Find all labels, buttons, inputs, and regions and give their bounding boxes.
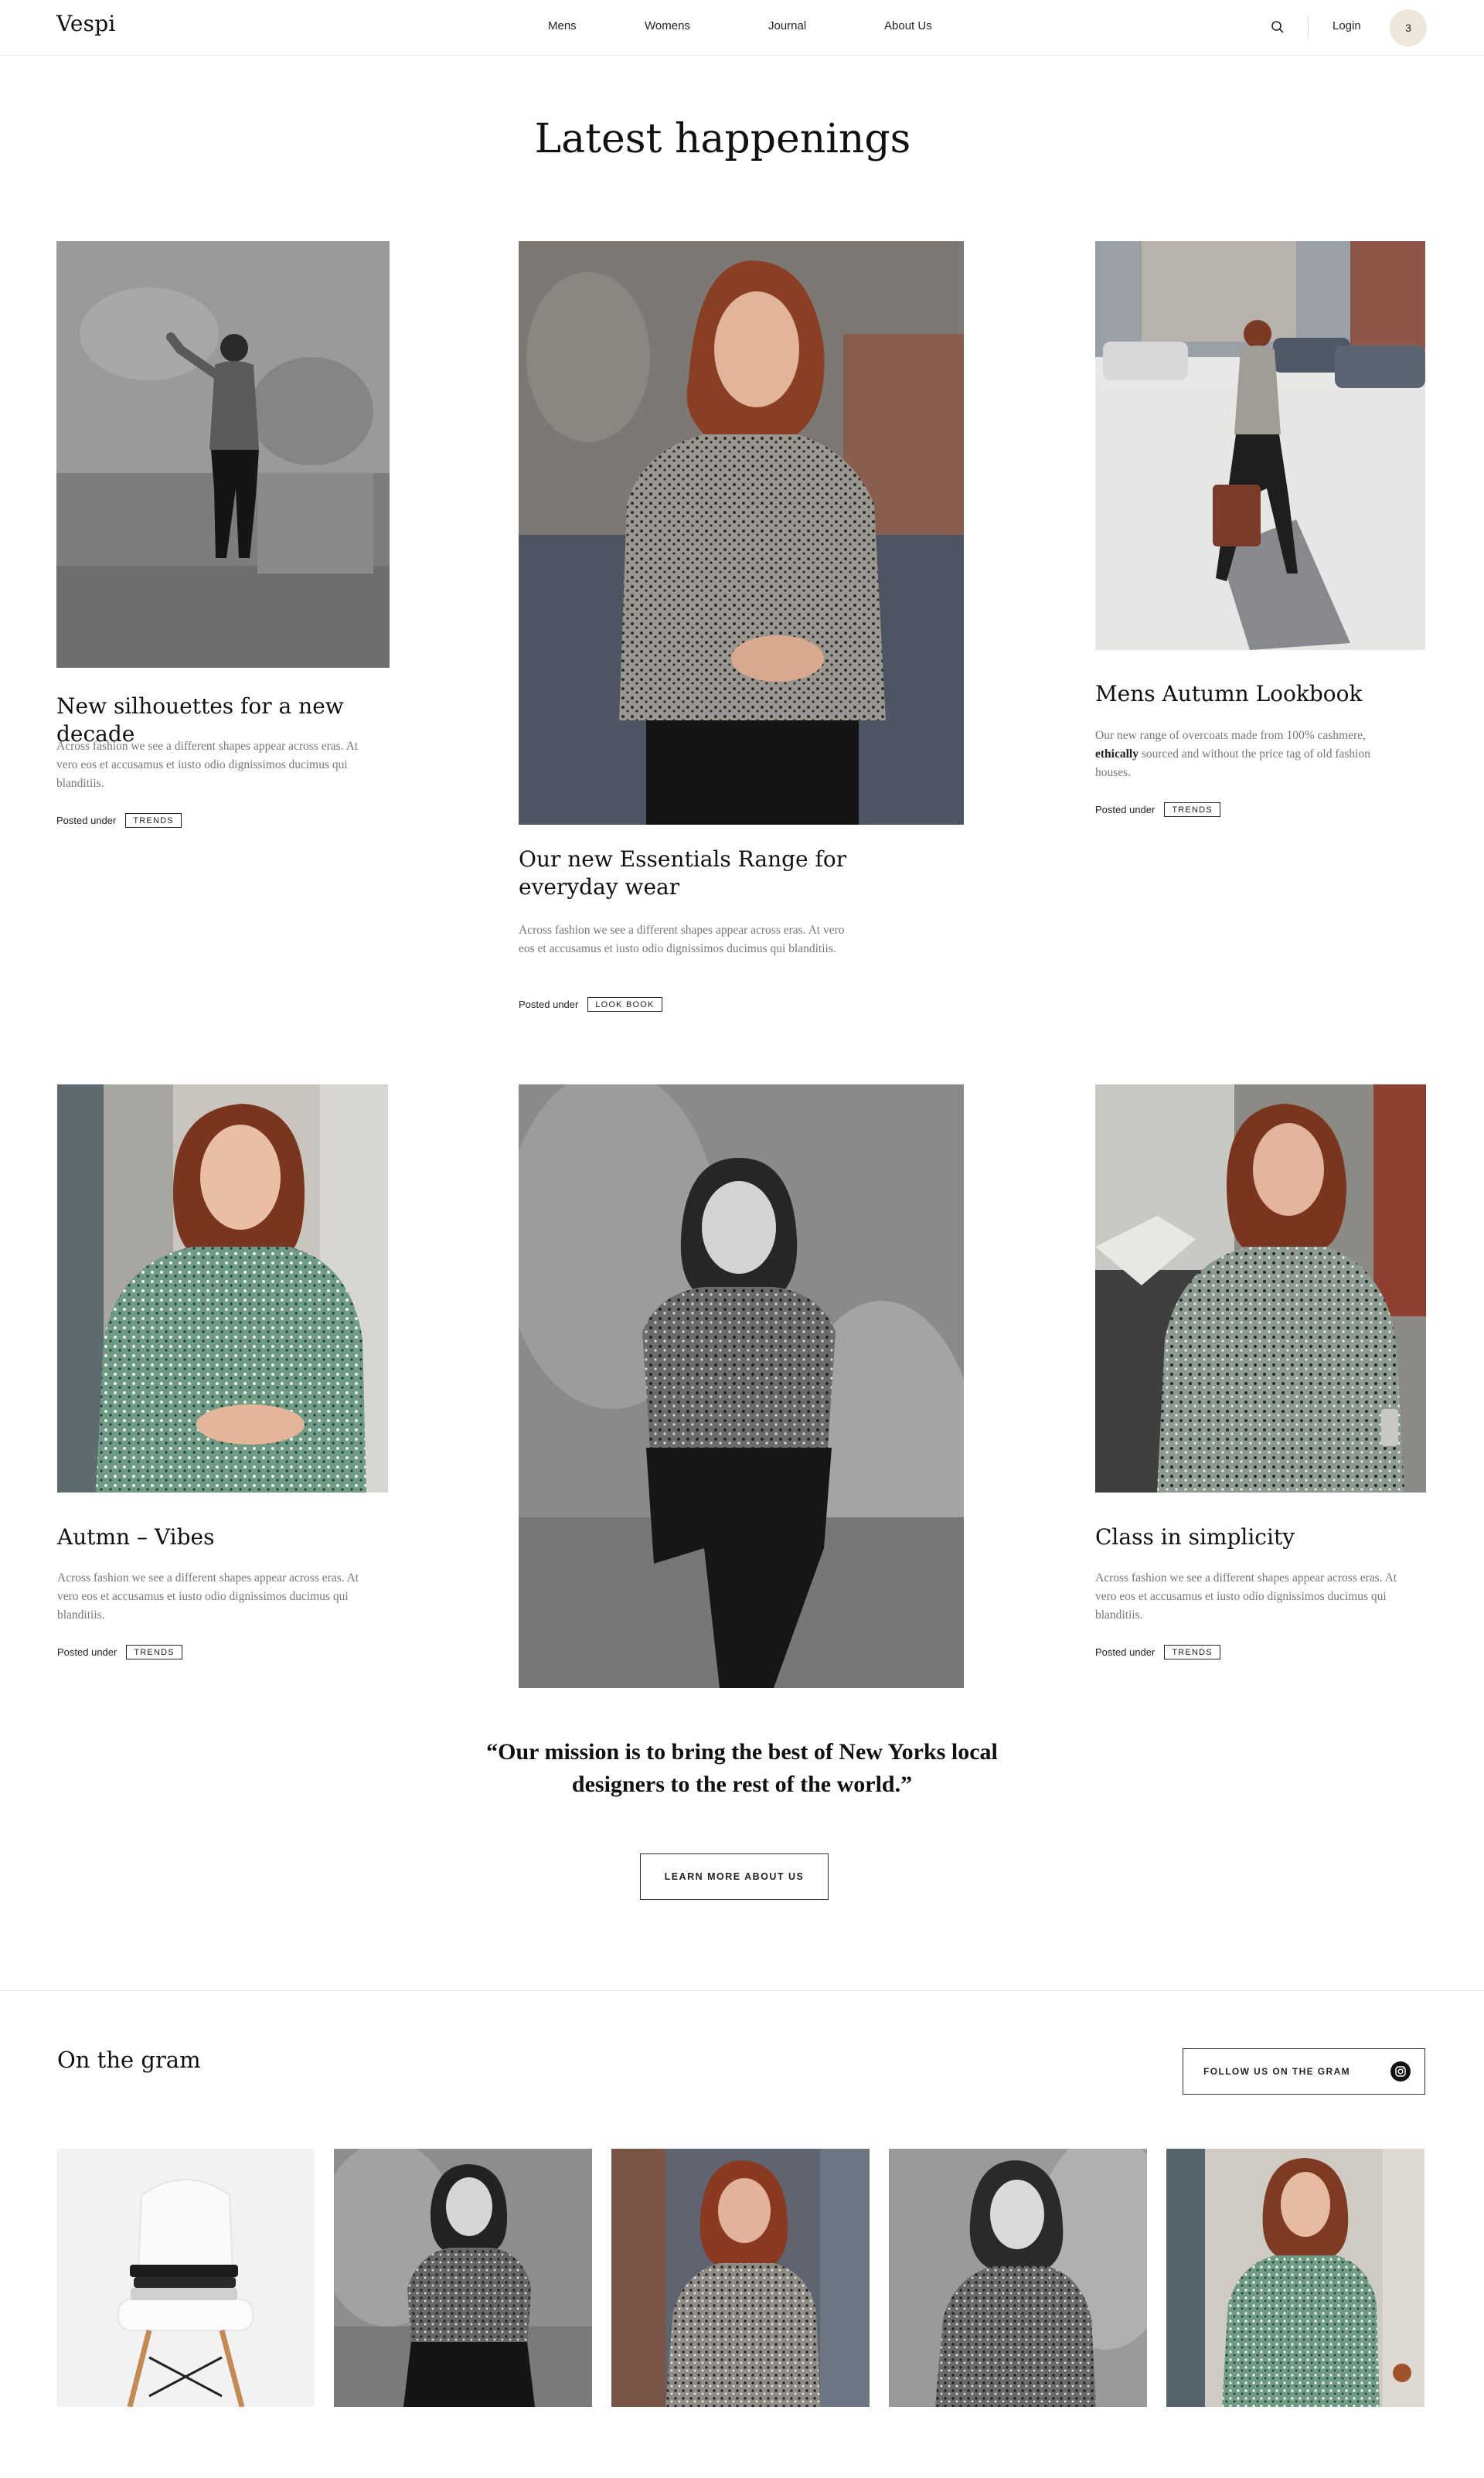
card-image-3[interactable] [1095, 241, 1425, 650]
card-posted-2: Posted under LOOK BOOK [519, 997, 662, 1012]
posted-label: Posted under [1095, 804, 1156, 815]
nav-link-about-us[interactable]: About Us [884, 19, 932, 32]
page-title: Latest happenings [534, 116, 911, 162]
instagram-icon [1390, 2061, 1411, 2081]
search-icon[interactable] [1269, 19, 1286, 36]
card-title-2[interactable]: Our new Essentials Range for everyday we… [519, 846, 905, 901]
card-text-2: Across fashion we see a different shapes… [519, 924, 845, 955]
follow-instagram-button[interactable]: FOLLOW US ON THE GRAM [1183, 2048, 1425, 2095]
tag-link[interactable]: TRENDS [1164, 1645, 1220, 1659]
gram-image-4[interactable] [889, 2149, 1147, 2407]
posted-label: Posted under [56, 815, 117, 826]
card-posted-1: Posted under TRENDS [56, 813, 182, 828]
card-image-4[interactable] [57, 1084, 388, 1493]
logo[interactable]: Vespi [56, 11, 115, 36]
tag-link[interactable]: TRENDS [126, 1645, 182, 1659]
tag-link[interactable]: LOOK BOOK [587, 997, 662, 1012]
login-link[interactable]: Login [1333, 19, 1361, 32]
card-posted-3: Posted under TRENDS [1095, 802, 1220, 817]
posted-label: Posted under [1095, 1646, 1156, 1658]
card-title-3[interactable]: Mens Autumn Lookbook [1095, 680, 1425, 708]
posted-label: Posted under [57, 1646, 117, 1658]
gram-image-3[interactable] [611, 2149, 870, 2407]
card-text-3: Our new range of overcoats made from 100… [1095, 729, 1370, 779]
card-image-5[interactable] [1095, 1084, 1426, 1493]
cart-count: 3 [1405, 22, 1411, 34]
card-title-5[interactable]: Class in simplicity [1095, 1523, 1426, 1551]
gram-title: On the gram [57, 2047, 201, 2073]
card-posted-4: Posted under TRENDS [57, 1645, 182, 1659]
cart-button[interactable]: 3 [1390, 9, 1427, 46]
header-divider [1308, 15, 1309, 39]
gram-image-2[interactable] [334, 2149, 592, 2407]
tag-link[interactable]: TRENDS [125, 813, 182, 828]
learn-more-button[interactable]: LEARN MORE ABOUT US [640, 1853, 829, 1900]
site-header: Vespi Mens Womens Journal About Us Login… [0, 0, 1484, 56]
card-text-1: Across fashion we see a different shapes… [56, 740, 359, 790]
card-posted-5: Posted under TRENDS [1095, 1645, 1220, 1659]
section-divider [0, 1990, 1484, 1991]
tag-link[interactable]: TRENDS [1164, 802, 1220, 817]
card-title-4[interactable]: Autmn – Vibes [57, 1523, 388, 1551]
nav-link-mens[interactable]: Mens [548, 19, 577, 32]
mission-quote: “Our mission is to bring the best of New… [486, 1739, 998, 1797]
card-text-5: Across fashion we see a different shapes… [1095, 1571, 1397, 1622]
feature-image[interactable] [519, 1084, 964, 1688]
gram-image-5[interactable] [1166, 2149, 1424, 2407]
gram-image-1[interactable] [56, 2149, 315, 2407]
card-image-1[interactable] [56, 241, 390, 668]
posted-label: Posted under [519, 999, 579, 1010]
card-text-4: Across fashion we see a different shapes… [57, 1571, 359, 1622]
card-image-2[interactable] [519, 241, 964, 825]
follow-label: FOLLOW US ON THE GRAM [1203, 2066, 1351, 2077]
nav-link-womens[interactable]: Womens [645, 19, 690, 32]
nav-link-journal[interactable]: Journal [768, 19, 806, 32]
